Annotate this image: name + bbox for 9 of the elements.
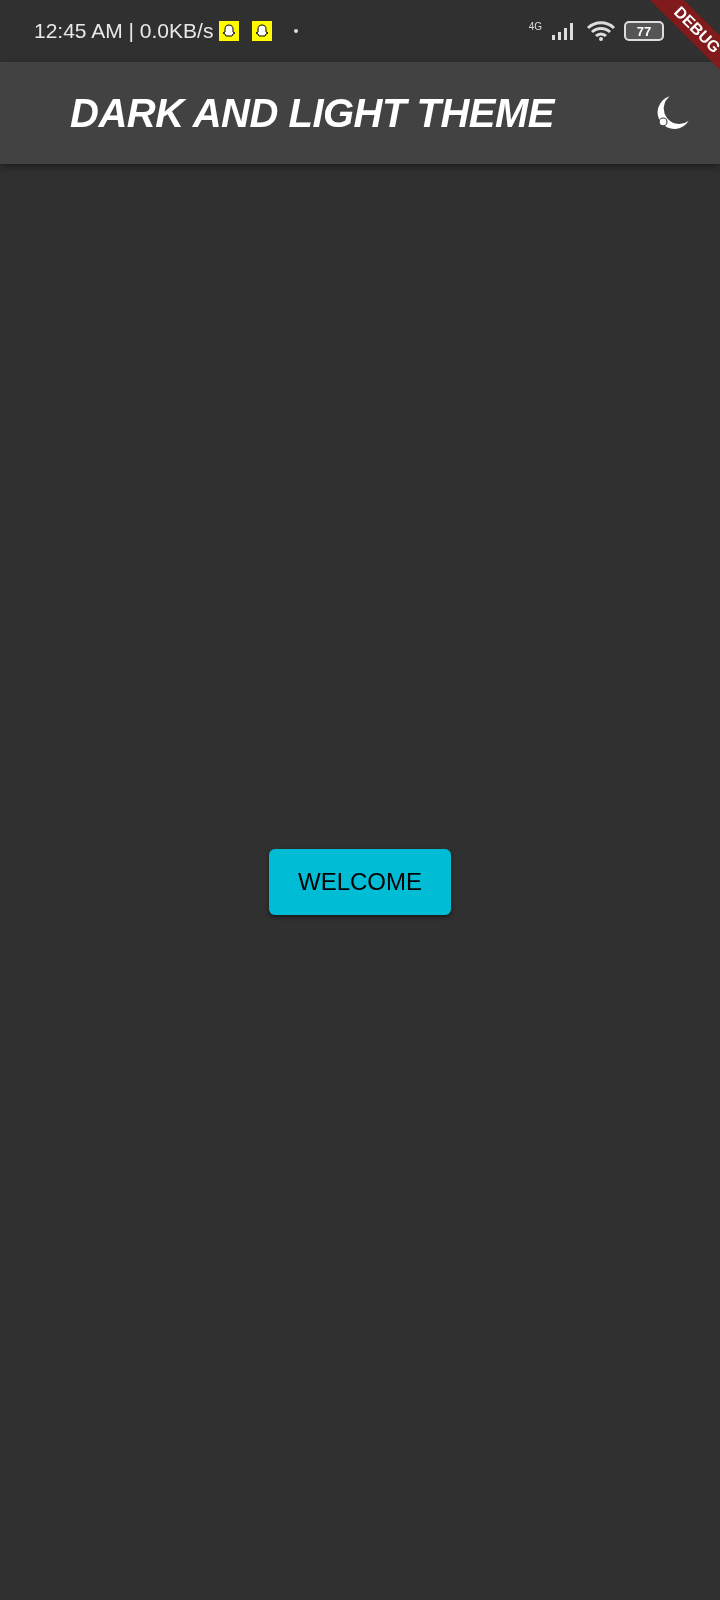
welcome-button[interactable]: WELCOME bbox=[269, 849, 451, 915]
ghost-icon bbox=[252, 21, 273, 41]
status-text: 12:45 AM | 0.0KB/s bbox=[34, 18, 214, 45]
wifi-icon bbox=[586, 20, 616, 42]
network-label: 4G bbox=[528, 19, 542, 34]
battery-icon: 77 bbox=[624, 21, 664, 41]
app-title: DARK AND LIGHT THEME bbox=[70, 90, 555, 137]
dot-icon bbox=[294, 29, 299, 33]
ghost-icon bbox=[219, 21, 240, 41]
